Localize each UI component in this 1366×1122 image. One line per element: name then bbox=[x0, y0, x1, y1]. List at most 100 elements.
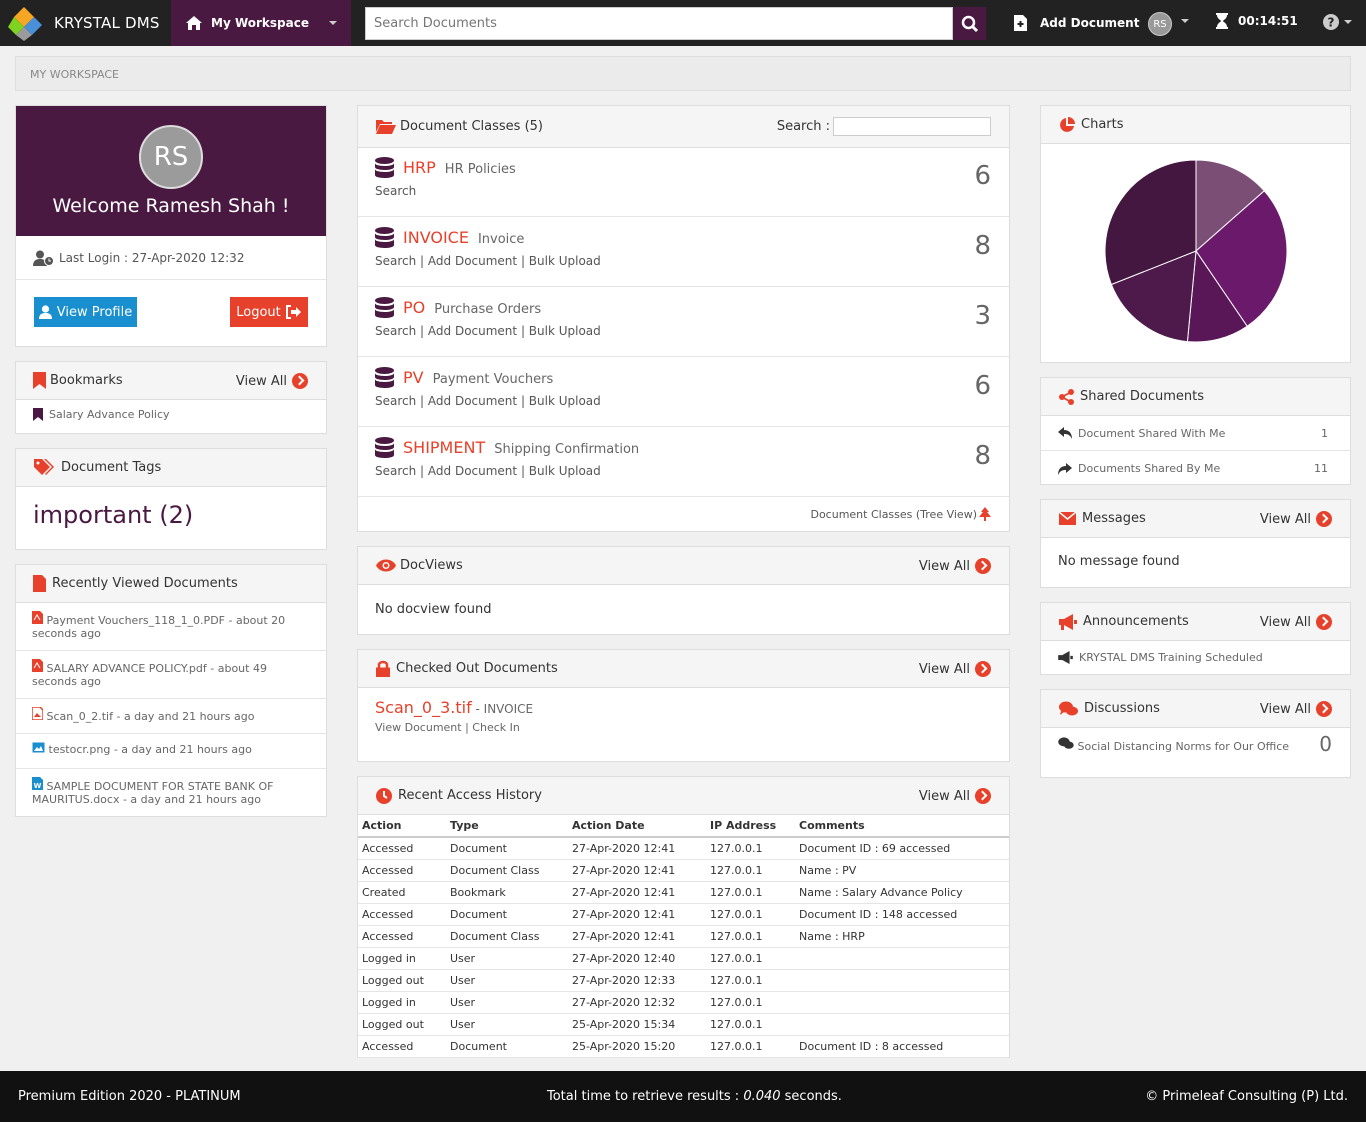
user-clock-icon bbox=[33, 250, 54, 266]
class-add-document-link[interactable]: Add Document bbox=[428, 324, 517, 338]
announcement-item[interactable]: KRYSTAL DMS Training Scheduled bbox=[1041, 641, 1350, 674]
class-search-link[interactable]: Search bbox=[375, 324, 416, 338]
class-document-count: 3 bbox=[974, 301, 991, 331]
table-cell: Document Class bbox=[446, 925, 568, 948]
table-cell bbox=[795, 969, 1009, 992]
svg-text:W: W bbox=[34, 782, 42, 790]
class-add-document-link[interactable]: Add Document bbox=[428, 464, 517, 478]
class-search-link[interactable]: Search bbox=[375, 394, 416, 408]
class-bulk-upload-link[interactable]: Bulk Upload bbox=[529, 394, 601, 408]
database-icon bbox=[375, 227, 394, 248]
class-code[interactable]: PO bbox=[403, 298, 425, 317]
edition-label: Premium Edition 2020 - PLATINUM bbox=[18, 1089, 241, 1104]
table-row: Logged in User 27-Apr-2020 12:40 127.0.0.1 bbox=[358, 947, 1009, 970]
view-all-label: View All bbox=[235, 373, 287, 389]
messages-view-all-link[interactable]: View All bbox=[1260, 511, 1332, 527]
class-code[interactable]: HRP bbox=[403, 158, 436, 177]
clock-icon bbox=[376, 787, 392, 804]
help-menu[interactable]: ? bbox=[1323, 14, 1352, 30]
checked-out-view-all-link[interactable]: View All bbox=[919, 661, 991, 677]
table-cell: User bbox=[446, 969, 568, 992]
brand[interactable]: KRYSTAL DMS bbox=[0, 0, 171, 46]
recent-document-label: Scan_0_2.tif - a day and 21 hours ago bbox=[46, 710, 255, 723]
workspace-menu[interactable]: My Workspace bbox=[171, 0, 351, 46]
bookmark-item[interactable]: Salary Advance Policy bbox=[16, 400, 326, 429]
retrieval-time-prefix: Total time to retrieve results : bbox=[547, 1089, 744, 1104]
table-cell: 127.0.0.1 bbox=[706, 859, 795, 882]
folder-open-icon bbox=[376, 120, 396, 134]
table-cell: 27-Apr-2020 12:40 bbox=[568, 947, 706, 970]
column-header: Action bbox=[358, 815, 446, 838]
recent-document-item[interactable]: Scan_0_2.tif - a day and 21 hours ago bbox=[16, 699, 326, 734]
announcements-view-all-link[interactable]: View All bbox=[1260, 614, 1332, 630]
table-cell: Accessed bbox=[358, 903, 446, 926]
discussions-view-all-link[interactable]: View All bbox=[1260, 701, 1332, 717]
class-add-document-link[interactable]: Add Document bbox=[428, 254, 517, 268]
user-avatar[interactable]: RS bbox=[1148, 12, 1172, 36]
tree-view-link[interactable]: Document Classes (Tree View) bbox=[810, 507, 991, 521]
recent-document-item[interactable]: W SAMPLE DOCUMENT FOR STATE BANK OF MAUR… bbox=[16, 769, 326, 817]
table-cell: Document bbox=[446, 1035, 568, 1058]
class-search-input[interactable] bbox=[833, 117, 991, 136]
table-cell: Logged out bbox=[358, 969, 446, 992]
checked-out-doc-name[interactable]: Scan_0_3.tif bbox=[375, 698, 472, 717]
logout-label: Logout bbox=[236, 304, 281, 320]
chevron-down-icon[interactable] bbox=[1181, 19, 1189, 23]
arrow-right-icon bbox=[975, 558, 991, 574]
forward-icon bbox=[1058, 462, 1072, 475]
recent-document-item[interactable]: testocr.png - a day and 21 hours ago bbox=[16, 734, 326, 769]
bookmarks-view-all-link[interactable]: View All bbox=[236, 373, 308, 389]
session-timer: 00:14:51 bbox=[1216, 13, 1298, 29]
recent-document-label: testocr.png - a day and 21 hours ago bbox=[48, 743, 252, 756]
docviews-panel: DocViews View All No docview found bbox=[357, 546, 1010, 635]
docviews-view-all-link[interactable]: View All bbox=[919, 558, 991, 574]
logout-button[interactable]: Logout bbox=[230, 297, 308, 327]
discussion-item[interactable]: Social Distancing Norms for Our Office 0 bbox=[1041, 728, 1350, 762]
class-search-link[interactable]: Search bbox=[375, 184, 416, 198]
pie-chart bbox=[1104, 159, 1288, 343]
arrow-right-icon bbox=[292, 373, 308, 389]
table-row: Logged out User 27-Apr-2020 12:33 127.0.0.1 bbox=[358, 969, 1009, 992]
class-bulk-upload-link[interactable]: Bulk Upload bbox=[529, 324, 601, 338]
check-in-link[interactable]: Check In bbox=[472, 721, 520, 734]
table-cell: Name : HRP bbox=[795, 925, 1009, 948]
eye-icon bbox=[376, 559, 396, 572]
class-name: Shipping Confirmation bbox=[494, 442, 640, 457]
word-icon: W bbox=[32, 777, 43, 790]
share-icon bbox=[1059, 388, 1074, 405]
comments-icon bbox=[1058, 737, 1074, 749]
bookmark-icon bbox=[33, 408, 43, 421]
view-document-link[interactable]: View Document bbox=[375, 721, 462, 734]
shared-with-me-row[interactable]: Document Shared With Me 1 bbox=[1041, 416, 1350, 451]
class-code[interactable]: SHIPMENT bbox=[403, 438, 485, 457]
search-button[interactable] bbox=[953, 7, 986, 40]
search-input[interactable] bbox=[365, 7, 953, 40]
announcements-title: Announcements bbox=[1083, 614, 1189, 629]
class-search-link[interactable]: Search bbox=[375, 254, 416, 268]
table-cell: 127.0.0.1 bbox=[706, 947, 795, 970]
class-name: Invoice bbox=[477, 232, 525, 247]
recent-document-item[interactable]: Payment Vouchers_118_1_0.PDF - about 20 … bbox=[16, 603, 326, 651]
arrow-right-icon bbox=[1316, 614, 1332, 630]
database-icon bbox=[375, 367, 394, 388]
history-view-all-link[interactable]: View All bbox=[919, 788, 991, 804]
database-icon bbox=[375, 437, 394, 458]
recent-document-item[interactable]: SALARY ADVANCE POLICY.pdf - about 49 sec… bbox=[16, 651, 326, 699]
messages-panel: Messages View All No message found bbox=[1040, 499, 1351, 588]
view-profile-button[interactable]: View Profile bbox=[34, 297, 137, 327]
class-code[interactable]: PV bbox=[403, 368, 424, 387]
table-cell: Logged in bbox=[358, 947, 446, 970]
class-search-link[interactable]: Search bbox=[375, 464, 416, 478]
class-code[interactable]: INVOICE bbox=[403, 228, 469, 247]
tag-item-important[interactable]: important (2) bbox=[16, 487, 326, 543]
table-cell: Name : Salary Advance Policy bbox=[795, 881, 1009, 904]
shared-by-me-row[interactable]: Documents Shared By Me 11 bbox=[1041, 451, 1350, 486]
class-bulk-upload-link[interactable]: Bulk Upload bbox=[529, 254, 601, 268]
table-cell: Logged out bbox=[358, 1013, 446, 1036]
access-history-panel: Recent Access History View All Action Ty… bbox=[357, 776, 1010, 1058]
class-add-document-link[interactable]: Add Document bbox=[428, 394, 517, 408]
docviews-title: DocViews bbox=[400, 558, 463, 573]
app-name: KRYSTAL DMS bbox=[54, 14, 160, 32]
class-bulk-upload-link[interactable]: Bulk Upload bbox=[529, 464, 601, 478]
add-document-button[interactable]: Add Document bbox=[1014, 13, 1139, 33]
